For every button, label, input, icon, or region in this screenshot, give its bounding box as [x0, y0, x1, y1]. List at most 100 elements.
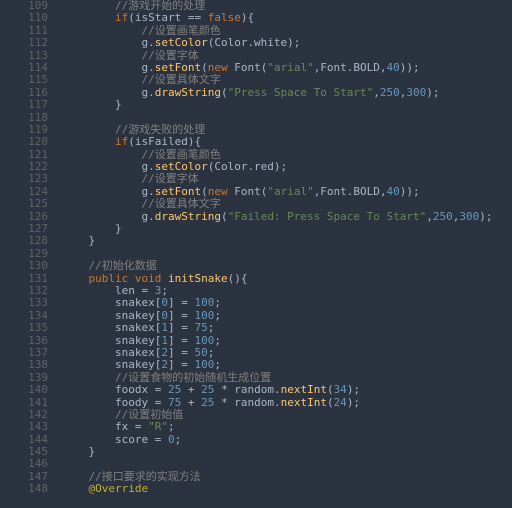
code-line[interactable]: g.drawString("Failed: Press Space To Sta…: [62, 211, 512, 223]
token-fn: nextInt: [281, 383, 327, 396]
token-id: [62, 73, 141, 86]
token-id: );: [426, 86, 439, 99]
token-cm: //设置具体文字: [141, 73, 220, 86]
token-id: g.: [62, 61, 155, 74]
token-num: 100: [194, 334, 214, 347]
token-cm: //设置字体: [141, 172, 198, 185]
token-kw: new: [208, 185, 228, 198]
token-id: (: [201, 61, 208, 74]
token-num: 0: [161, 309, 168, 322]
token-num: 40: [387, 61, 400, 74]
line-number: 135: [0, 322, 48, 334]
token-id: (: [327, 383, 334, 396]
token-fn: drawString: [155, 210, 221, 223]
token-id: snakey[: [62, 309, 161, 322]
code-line[interactable]: g.drawString("Press Space To Start",250,…: [62, 87, 512, 99]
code-editor[interactable]: 1091101111121131141151161171181191201211…: [0, 0, 512, 508]
token-cm: //设置初始值: [115, 408, 183, 421]
token-id: ));: [400, 185, 420, 198]
token-num: 24: [334, 396, 347, 409]
token-id: ;: [208, 321, 215, 334]
token-id: [62, 408, 115, 421]
token-id: ));: [400, 61, 420, 74]
token-id: [62, 49, 141, 62]
token-fn: initSnake: [168, 272, 228, 285]
token-id: ,Font.BOLD,: [314, 185, 387, 198]
token-id: (: [221, 86, 228, 99]
code-line[interactable]: }: [62, 99, 512, 111]
token-ann: @Override: [89, 482, 149, 495]
token-id: g.: [62, 36, 155, 49]
token-num: 1: [161, 334, 168, 347]
line-number-gutter: 1091101111121131141151161171181191201211…: [0, 0, 62, 508]
token-id: Font(: [228, 185, 268, 198]
token-num: 0: [168, 433, 175, 446]
token-num: 100: [194, 309, 214, 322]
token-id: snakex[: [62, 346, 161, 359]
token-id: (: [221, 210, 228, 223]
token-id: +: [181, 396, 201, 409]
line-number: 110: [0, 12, 48, 24]
token-id: [62, 24, 141, 37]
token-id: snakey[: [62, 358, 161, 371]
token-id: );: [347, 396, 360, 409]
token-num: 250: [380, 86, 400, 99]
token-id: [62, 482, 89, 495]
token-num: 2: [161, 358, 168, 371]
token-num: 75: [168, 396, 181, 409]
token-id: g.: [62, 86, 155, 99]
token-id: snakex[: [62, 296, 161, 309]
line-number: 120: [0, 136, 48, 148]
token-cm: //设置字体: [141, 49, 198, 62]
token-id: ,: [426, 210, 433, 223]
token-id: }: [62, 445, 95, 458]
token-id: [62, 0, 115, 12]
token-kw: if: [115, 11, 128, 24]
token-cm: //初始化数据: [89, 259, 157, 272]
token-id: );: [347, 383, 360, 396]
token-num: 300: [459, 210, 479, 223]
code-area[interactable]: //游戏开始的处理 if(isStart == false){ //设置画笔颜色…: [62, 0, 512, 508]
code-line[interactable]: }: [62, 223, 512, 235]
line-number: 112: [0, 37, 48, 49]
token-id: g.: [62, 185, 155, 198]
code-line[interactable]: }: [62, 235, 512, 247]
line-number: 146: [0, 458, 48, 470]
token-num: 40: [387, 185, 400, 198]
code-line[interactable]: }: [62, 446, 512, 458]
token-id: len =: [62, 284, 155, 297]
token-id: [62, 135, 115, 148]
token-fn: setFont: [155, 61, 201, 74]
token-id: fx =: [62, 420, 148, 433]
token-id: [62, 470, 89, 483]
token-id: * random.: [214, 383, 280, 396]
line-number: 125: [0, 198, 48, 210]
token-cm: //游戏失败的处理: [115, 123, 205, 136]
token-id: ] =: [168, 358, 195, 371]
token-kw: new: [208, 61, 228, 74]
code-line[interactable]: @Override: [62, 483, 512, 495]
line-number: 140: [0, 384, 48, 396]
token-id: score =: [62, 433, 168, 446]
token-cm: //设置食物的初始随机生成位置: [115, 371, 271, 384]
token-num: 2: [161, 346, 168, 359]
token-id: Font(: [228, 61, 268, 74]
token-id: ] =: [168, 334, 195, 347]
token-id: ] =: [168, 296, 195, 309]
line-number: 128: [0, 235, 48, 247]
token-id: [62, 123, 115, 136]
token-cm: //游戏开始的处理: [115, 0, 205, 12]
token-id: [62, 11, 115, 24]
token-str: "arial": [267, 185, 313, 198]
token-str: "arial": [267, 61, 313, 74]
token-id: snakey[: [62, 334, 161, 347]
token-id: foody =: [62, 396, 168, 409]
token-id: }: [62, 234, 95, 247]
token-id: foodx =: [62, 383, 168, 396]
code-line[interactable]: score = 0;: [62, 434, 512, 446]
token-id: ;: [208, 346, 215, 359]
token-id: ] =: [168, 321, 195, 334]
line-number: 138: [0, 359, 48, 371]
token-id: [62, 371, 115, 384]
token-kw: if: [115, 135, 128, 148]
